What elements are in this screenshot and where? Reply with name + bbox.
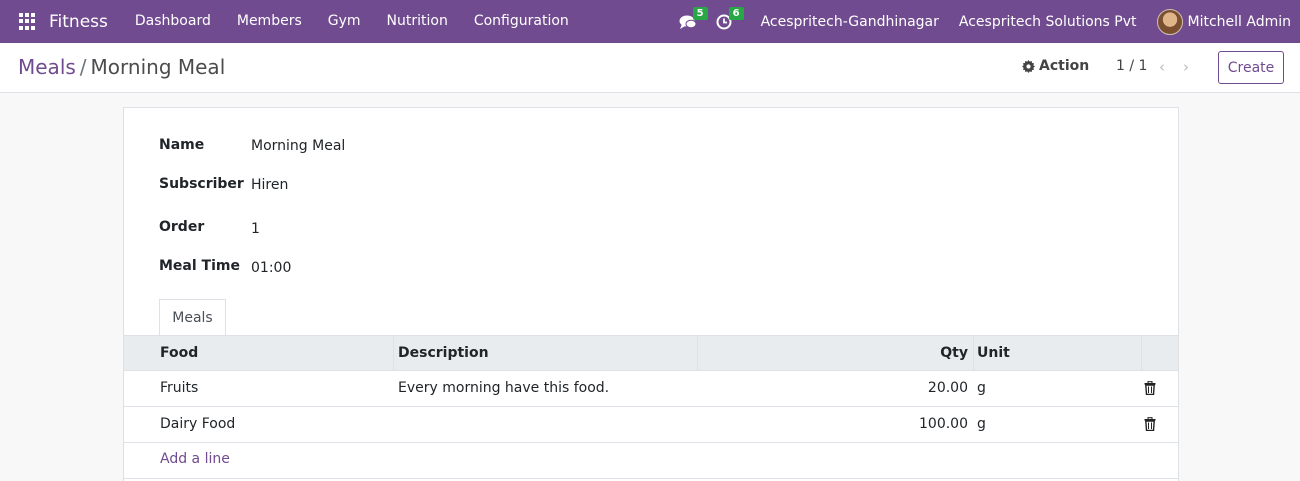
breadcrumb-separator: /	[79, 55, 87, 79]
tab-meals[interactable]: Meals	[159, 299, 226, 335]
trash-icon[interactable]	[1144, 417, 1156, 431]
name-field[interactable]: Morning Meal	[251, 138, 345, 154]
apps-menu-icon[interactable]	[19, 13, 36, 30]
menu-item-members[interactable]: Members	[224, 0, 315, 43]
column-divider	[1141, 336, 1142, 371]
form-sheet: Name Morning Meal Subscriber Hiren Order…	[123, 107, 1179, 481]
gear-icon	[1022, 59, 1035, 73]
cell-unit: g	[977, 416, 986, 432]
cell-qty: 20.00	[927, 380, 968, 396]
order-field[interactable]: 1	[251, 221, 260, 237]
action-menu-button[interactable]: Action	[1022, 58, 1089, 74]
meal-time-field[interactable]: 01:00	[251, 260, 291, 276]
table-bottom-divider	[124, 478, 1178, 479]
trash-icon[interactable]	[1144, 381, 1156, 395]
top-navbar: Fitness Dashboard Members Gym Nutrition …	[0, 0, 1300, 43]
cell-qty: 100.00	[919, 416, 968, 432]
pager-previous-icon[interactable]: ‹	[1159, 58, 1165, 76]
create-button[interactable]: Create	[1218, 51, 1284, 84]
app-brand[interactable]: Fitness	[49, 12, 108, 32]
cell-description: Every morning have this food.	[398, 380, 610, 396]
action-label: Action	[1039, 58, 1090, 74]
column-divider	[973, 336, 974, 371]
order-label: Order	[159, 219, 205, 235]
column-header-food[interactable]: Food	[160, 345, 198, 361]
activities-button[interactable]: 6	[713, 0, 744, 43]
column-header-unit[interactable]: Unit	[977, 345, 1010, 361]
control-panel: Meals / Morning Meal Action 1 / 1 ‹ › Crea…	[0, 43, 1300, 93]
messages-button[interactable]: 5	[677, 0, 708, 43]
table-header: Food Description Qty Unit	[124, 335, 1178, 371]
name-label: Name	[159, 137, 205, 153]
company-switcher-1[interactable]: Acespritech-Gandhinagar	[751, 14, 949, 30]
column-header-description[interactable]: Description	[398, 345, 489, 361]
messages-count-badge: 5	[692, 7, 708, 20]
breadcrumb: Meals / Morning Meal	[18, 55, 225, 79]
pager-next-icon[interactable]: ›	[1183, 58, 1189, 76]
user-menu[interactable]: Mitchell Admin	[1188, 14, 1292, 30]
breadcrumb-parent-link[interactable]: Meals	[18, 55, 76, 79]
breadcrumb-current: Morning Meal	[90, 55, 226, 79]
table-row[interactable]: Fruits Every morning have this food. 20.…	[124, 371, 1178, 407]
menu-item-gym[interactable]: Gym	[315, 0, 374, 43]
add-a-line-link[interactable]: Add a line	[160, 451, 230, 467]
pager-value[interactable]: 1 / 1	[1116, 58, 1147, 74]
table-row[interactable]: Dairy Food 100.00 g	[124, 407, 1178, 443]
menu-item-nutrition[interactable]: Nutrition	[374, 0, 461, 43]
column-header-qty[interactable]: Qty	[940, 345, 968, 361]
cell-food: Fruits	[160, 380, 199, 396]
company-switcher-2[interactable]: Acespritech Solutions Pvt	[949, 14, 1147, 30]
column-divider	[393, 336, 394, 371]
user-avatar[interactable]	[1156, 8, 1183, 35]
cell-food: Dairy Food	[160, 416, 236, 432]
subscriber-field[interactable]: Hiren	[251, 177, 288, 193]
column-divider	[697, 336, 698, 371]
activities-count-badge: 6	[728, 7, 744, 20]
menu-item-dashboard[interactable]: Dashboard	[122, 0, 224, 43]
cell-unit: g	[977, 380, 986, 396]
systray: 5 6 Acespritech-Gandhinagar Acespritech …	[677, 0, 1300, 43]
subscriber-label: Subscriber	[159, 176, 244, 192]
menu-item-configuration[interactable]: Configuration	[461, 0, 582, 43]
meal-time-label: Meal Time	[159, 258, 240, 274]
